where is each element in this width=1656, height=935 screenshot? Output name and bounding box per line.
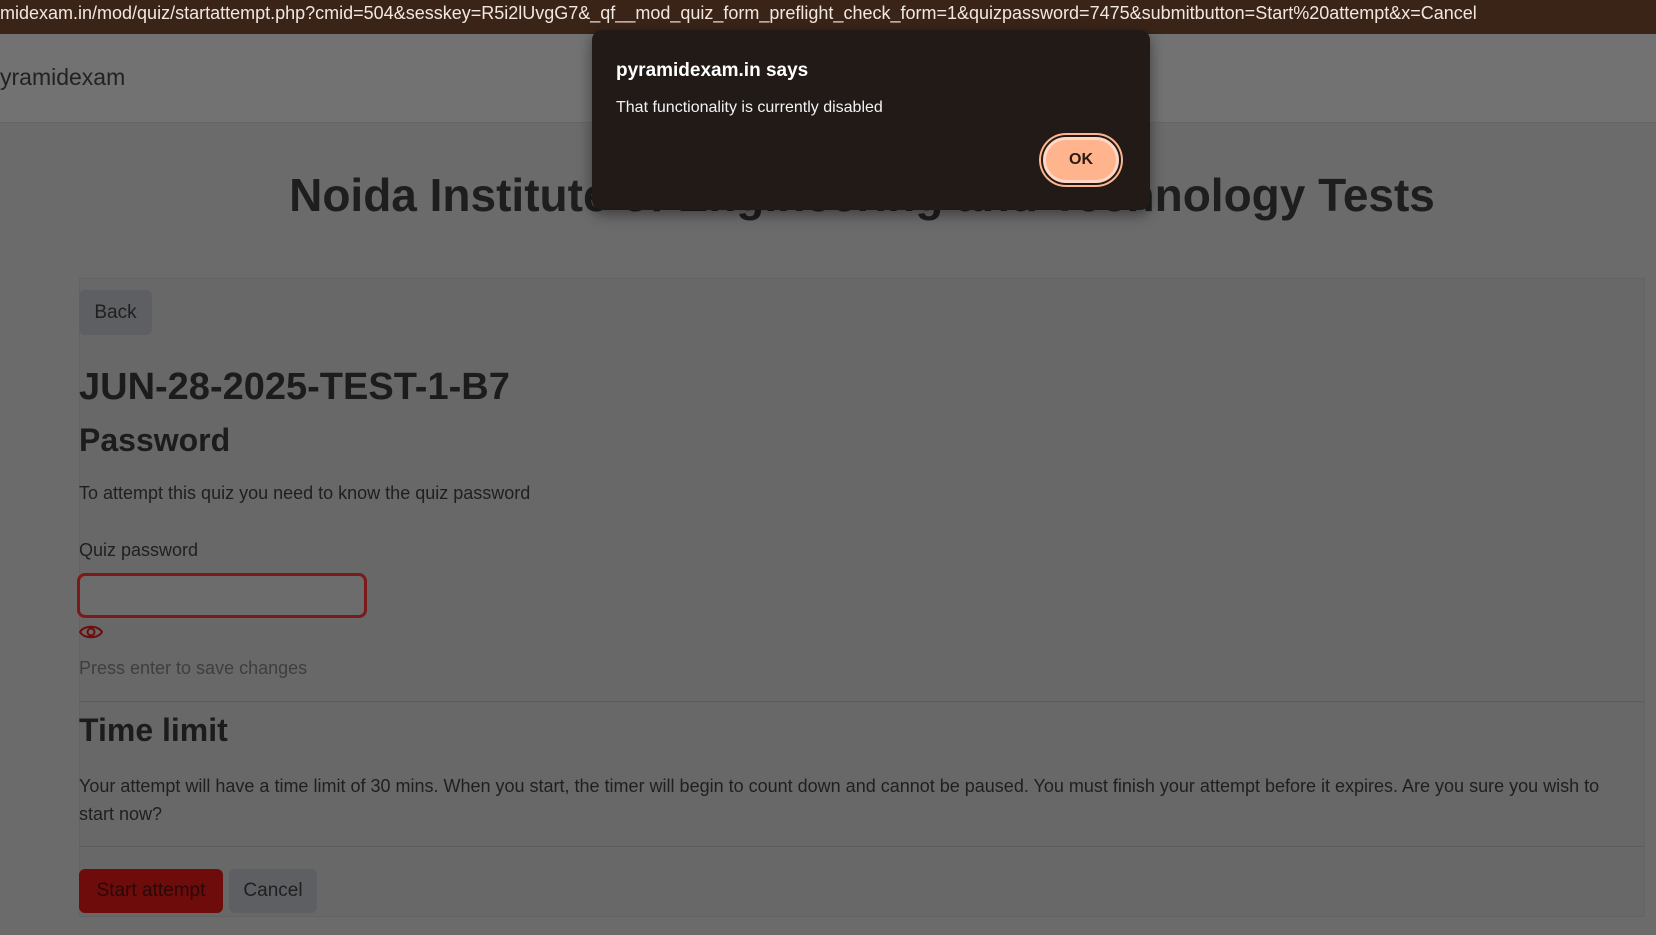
quiz-password-label: Quiz password [79, 540, 199, 560]
password-heading: Password [79, 422, 231, 458]
password-hint: Press enter to save changes [79, 658, 308, 678]
alert-dialog: pyramidexam.in says That functionality i… [592, 30, 1150, 210]
ok-button[interactable]: OK [1043, 137, 1119, 183]
start-attempt-button[interactable]: Start attempt [79, 869, 223, 913]
eye-icon[interactable] [79, 622, 103, 642]
time-limit-info: Your attempt will have a time limit of 3… [79, 776, 1600, 824]
divider [79, 846, 1643, 847]
quiz-title: JUN-28-2025-TEST-1-B7 [79, 366, 510, 408]
address-bar[interactable]: midexam.in/mod/quiz/startattempt.php?cmi… [0, 0, 1656, 34]
cancel-button[interactable]: Cancel [229, 869, 317, 913]
dialog-title: pyramidexam.in says [616, 60, 809, 81]
back-button[interactable]: Back [79, 290, 152, 335]
dialog-message: That functionality is currently disabled [616, 99, 883, 116]
divider [79, 701, 1643, 702]
time-limit-heading: Time limit [79, 712, 228, 748]
site-brand[interactable]: yramidexam [0, 64, 125, 91]
password-info: To attempt this quiz you need to know th… [79, 483, 531, 503]
quiz-password-input[interactable] [77, 573, 367, 618]
